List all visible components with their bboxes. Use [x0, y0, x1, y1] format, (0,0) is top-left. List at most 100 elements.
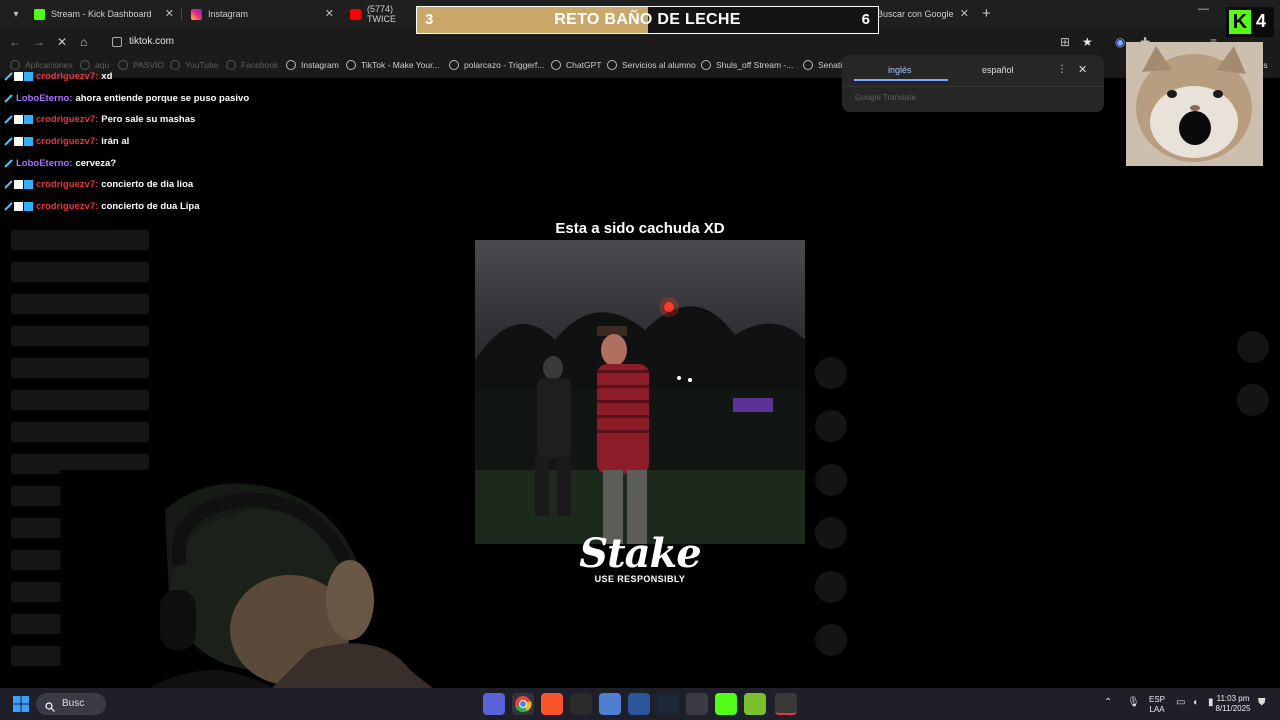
save-button[interactable] [815, 464, 847, 496]
comment-button[interactable] [815, 410, 847, 442]
steam-icon[interactable] [657, 693, 679, 715]
chat-skeleton-row [11, 358, 149, 378]
bookmark-chatgpt[interactable]: ChatGPT [551, 60, 601, 70]
more-options-icon[interactable]: ⋮ [1057, 64, 1067, 75]
gift-badge-icon [24, 72, 33, 82]
chat-badges [4, 115, 34, 125]
video-frame [475, 240, 805, 544]
more-button[interactable] [815, 571, 847, 603]
clock-time: 11:03 pm [1216, 694, 1250, 703]
bookmark-tiktok[interactable]: TikTok - Make Your... [346, 60, 440, 70]
tab-title: (5774) TWICE [367, 4, 396, 24]
bookmark-servicios[interactable]: Servicios al alumno [607, 60, 696, 70]
extension-audio-icon[interactable]: ◉ [1115, 35, 1125, 49]
chat-text: ahora entiende porque se puso pasivo [75, 92, 250, 104]
chat-username[interactable]: LoboEterno: [16, 158, 72, 169]
tab-instagram[interactable]: Instagram ✕ [183, 2, 340, 26]
brave-icon[interactable] [541, 693, 563, 715]
home-icon[interactable]: ⌂ [80, 35, 87, 49]
tab-search-chevron-icon[interactable]: ▾ [6, 4, 26, 24]
forward-icon[interactable]: → [33, 35, 45, 49]
kick-viewer-badge: K 4 [1226, 7, 1274, 37]
close-icon[interactable]: ✕ [1078, 63, 1087, 76]
viewer-count: 4 [1256, 11, 1267, 31]
show-hidden-icons-icon[interactable]: ⌃ [1104, 697, 1112, 708]
stake-wordmark: Stake [579, 530, 701, 577]
youtube-favicon-icon [350, 8, 361, 20]
volume-icon[interactable]: ◖ [1192, 697, 1198, 708]
chat-text: concierto de dia lioa [101, 179, 194, 191]
word-icon[interactable] [628, 693, 650, 715]
bookmark-label: polarcazo - Triggerf... [464, 60, 545, 70]
microphone-icon[interactable]: 🎙︎ [1127, 697, 1140, 708]
bookmark-shuls-stream[interactable]: Shuls_off Stream -... [701, 60, 793, 70]
file-explorer-icon[interactable] [599, 693, 621, 715]
bookmark-senati[interactable]: Senati [803, 60, 842, 70]
teams-icon[interactable] [483, 693, 505, 715]
tab-close-icon[interactable]: ✕ [165, 7, 174, 20]
network-icon[interactable]: ▭ [1176, 697, 1185, 708]
chrome-icon[interactable] [512, 693, 534, 715]
site-info-icon[interactable] [112, 37, 122, 47]
previous-video-button[interactable] [1237, 331, 1269, 363]
gift-badge-icon [24, 137, 33, 147]
chat-username[interactable]: crodriguezv7: [36, 179, 98, 190]
subscriber-badge-icon [14, 115, 23, 125]
chat-username[interactable]: LoboEterno: [16, 93, 72, 104]
minimize-icon[interactable]: — [1198, 3, 1209, 15]
bookmark-polarcazo[interactable]: polarcazo - Triggerf... [449, 60, 544, 70]
moderator-sword-icon [4, 137, 13, 146]
chat-skeleton-row [11, 230, 149, 250]
globe-icon [551, 60, 561, 70]
moderator-sword-icon [4, 180, 13, 189]
system-clock[interactable]: 11:03 pm 8/11/2025 [1210, 694, 1256, 714]
tab-youtube[interactable]: (5774) TWICE [342, 2, 418, 26]
chat-username[interactable]: crodriguezv7: [36, 114, 98, 125]
chat-skeleton-row [11, 422, 149, 442]
moderator-sword-icon [4, 158, 13, 168]
instagram-favicon-icon [191, 8, 202, 20]
translate-source-lang-tab[interactable]: inglés [888, 65, 912, 75]
stop-loading-icon[interactable]: ✕ [57, 35, 67, 49]
epic-games-icon[interactable] [570, 693, 592, 715]
kick-app-icon[interactable] [715, 693, 737, 715]
divider [842, 86, 1104, 87]
input-language[interactable]: ESP LAA [1146, 695, 1168, 715]
share-button[interactable] [815, 517, 847, 549]
gift-badge-icon [24, 180, 33, 190]
address-text[interactable]: tiktok.com [129, 36, 174, 47]
tab-close-icon[interactable]: ✕ [960, 7, 969, 20]
chat-username[interactable]: crodriguezv7: [36, 201, 98, 212]
tab-kick-dashboard[interactable]: Stream - Kick Dashboard ✕ [26, 2, 180, 26]
back-icon[interactable]: ← [9, 35, 21, 49]
sound-button[interactable] [815, 624, 847, 656]
epic-games-active-icon[interactable] [775, 693, 797, 715]
xbox-icon[interactable] [744, 693, 766, 715]
globe-icon [607, 60, 617, 70]
new-tab-icon[interactable]: + [982, 5, 991, 22]
notification-bell-icon[interactable]: ⛊ [1258, 697, 1266, 708]
next-video-button[interactable] [1237, 384, 1269, 416]
cat-image [1126, 42, 1263, 166]
tiktok-video[interactable] [475, 240, 805, 544]
bookmark-label: Senati [818, 60, 843, 70]
tab-close-icon[interactable]: ✕ [325, 7, 334, 20]
like-button[interactable] [815, 357, 847, 389]
chat-overlay: crodriguezv7: xd LoboEterno: ahora entiende… [4, 66, 304, 217]
translate-icon[interactable]: ⊞ [1060, 35, 1070, 49]
address-bar[interactable] [104, 31, 1104, 53]
globe-icon [346, 60, 356, 70]
chat-badges [4, 158, 14, 168]
obs-icon[interactable] [686, 693, 708, 715]
gift-badge-icon [24, 115, 33, 125]
kick-logo-icon: K [1229, 10, 1251, 34]
translate-target-lang-tab[interactable]: español [982, 65, 1014, 75]
streamer-image [60, 470, 472, 720]
chat-username[interactable]: crodriguezv7: [36, 136, 98, 147]
chat-username[interactable]: crodriguezv7: [36, 71, 98, 82]
bookmark-star-icon[interactable]: ★ [1082, 35, 1093, 49]
video-caption: Esta a sido cachuda XD [555, 220, 725, 237]
globe-icon [449, 60, 459, 70]
windows-start-icon[interactable] [13, 696, 29, 712]
subscriber-badge-icon [14, 180, 23, 190]
